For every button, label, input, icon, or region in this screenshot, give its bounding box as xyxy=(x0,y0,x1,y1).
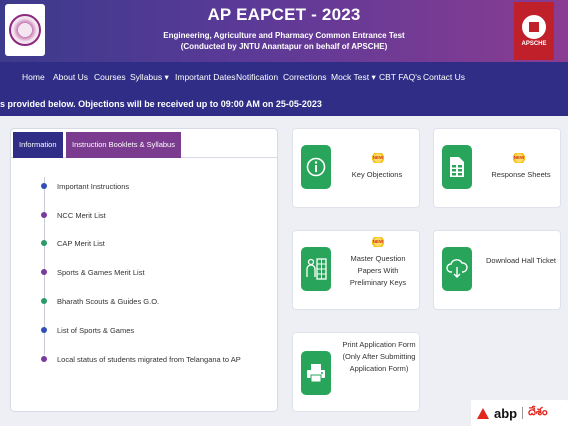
nav-notification[interactable]: Notification xyxy=(236,62,278,92)
bullet-dot xyxy=(41,269,47,275)
site-header: AP EAPCET - 2023 Engineering, Agricultur… xyxy=(0,0,568,62)
bullet-dot xyxy=(41,356,47,362)
master-question-papers-label: Master Question Papers With Preliminary … xyxy=(339,253,417,289)
list-item-label: Bharath Scouts & Guides G.O. xyxy=(57,296,160,306)
nav-courses[interactable]: Courses xyxy=(94,62,126,92)
bullet-dot xyxy=(41,183,47,189)
list-item[interactable]: Bharath Scouts & Guides G.O. xyxy=(41,294,159,308)
information-panel: Information Instruction Booklets & Sylla… xyxy=(10,128,278,412)
master-question-papers-card[interactable]: NEW Master Question Papers With Prelimin… xyxy=(292,230,420,310)
bullet-dot xyxy=(41,240,47,246)
list-item[interactable]: CAP Merit List xyxy=(41,236,105,250)
question-paper-icon xyxy=(301,247,331,291)
conducted-by-text: (Conducted by JNTU Anantapur on behalf o… xyxy=(180,42,388,51)
info-icon xyxy=(301,145,331,189)
list-item[interactable]: List of Sports & Games xyxy=(41,323,134,337)
nav-contact-us[interactable]: Contact Us xyxy=(423,62,465,92)
list-item[interactable]: NCC Merit List xyxy=(41,208,106,222)
new-badge: NEW xyxy=(512,153,526,163)
page-subtitle: Engineering, Agriculture and Pharmacy Co… xyxy=(163,31,405,40)
key-objections-label: Key Objections xyxy=(351,170,403,179)
master-question-line3: Preliminary Keys xyxy=(349,278,407,287)
apsche-logo-text: APSCHE xyxy=(521,41,547,47)
tab-instruction-booklets[interactable]: Instruction Booklets & Syllabus xyxy=(66,132,181,158)
printer-icon xyxy=(301,351,331,395)
response-sheets-label: Response Sheets xyxy=(491,170,551,179)
information-list: Important Instructions NCC Merit List CA… xyxy=(41,174,271,374)
list-item-label: NCC Merit List xyxy=(57,210,106,220)
main-nav: Home About Us Courses Syllabus ▾ Importa… xyxy=(0,62,516,92)
nav-home[interactable]: Home xyxy=(22,62,45,92)
response-sheets-card[interactable]: NEW Response Sheets xyxy=(433,128,561,208)
divider xyxy=(522,407,524,419)
master-question-line1: Master Question xyxy=(350,254,406,263)
panel-tabs: Information Instruction Booklets & Sylla… xyxy=(11,129,277,158)
abp-logo-icon xyxy=(477,407,489,419)
download-hall-ticket-card[interactable]: Download Hall Ticket xyxy=(433,230,561,310)
bullet-dot xyxy=(41,298,47,304)
chevron-down-icon: ▾ xyxy=(371,72,376,82)
spreadsheet-icon xyxy=(442,145,472,189)
nav-important-dates[interactable]: Important Dates xyxy=(175,62,235,92)
nav-corrections[interactable]: Corrections xyxy=(283,62,326,92)
master-question-line2: Papers With xyxy=(357,266,399,275)
apsche-logo[interactable]: APSCHE xyxy=(514,2,554,60)
chevron-down-icon: ▾ xyxy=(164,72,169,82)
list-item[interactable]: Sports & Games Merit List xyxy=(41,265,145,279)
announcement-marquee[interactable]: s provided below. Objections will be rec… xyxy=(0,92,568,116)
list-item-label: Important Instructions xyxy=(57,181,130,191)
nav-syllabus[interactable]: Syllabus ▾ xyxy=(130,62,169,92)
abp-watermark: abp దేశం xyxy=(471,400,568,426)
nav-mock-test[interactable]: Mock Test ▾ xyxy=(331,62,376,92)
page-title: AP EAPCET - 2023 xyxy=(207,5,361,24)
nav-syllabus-label: Syllabus xyxy=(130,72,163,82)
new-badge: NEW xyxy=(371,237,385,247)
list-item[interactable]: Local status of students migrated from T… xyxy=(41,352,241,366)
bullet-dot xyxy=(41,327,47,333)
list-item-label: List of Sports & Games xyxy=(57,325,135,335)
apsche-seal-icon xyxy=(522,15,546,39)
print-application-card[interactable]: Print Application Form (Only After Submi… xyxy=(292,332,420,412)
print-application-line1: Print Application Form xyxy=(342,340,416,349)
print-application-label: Print Application Form (Only After Submi… xyxy=(337,339,421,375)
bullet-dot xyxy=(41,212,47,218)
list-item-label: CAP Merit List xyxy=(57,238,105,248)
abp-brand: abp xyxy=(494,405,518,421)
list-item-label: Sports & Games Merit List xyxy=(57,267,145,277)
new-badge: NEW xyxy=(371,153,385,163)
nav-cbt-faqs[interactable]: CBT FAQ's xyxy=(379,62,421,92)
list-item[interactable]: Important Instructions xyxy=(41,179,129,193)
nav-right-strip xyxy=(516,62,568,92)
tab-information[interactable]: Information xyxy=(13,132,63,158)
list-item-label: Local status of students migrated from T… xyxy=(57,354,241,364)
download-hall-ticket-label: Download Hall Ticket xyxy=(485,256,557,265)
print-application-line3: Application Form) xyxy=(349,364,409,373)
abp-native-text: దేశం xyxy=(528,405,548,418)
nav-about-us[interactable]: About Us xyxy=(53,62,88,92)
key-objections-card[interactable]: NEW Key Objections xyxy=(292,128,420,208)
nav-mock-test-label: Mock Test xyxy=(331,72,370,82)
print-application-line2: (Only After Submitting xyxy=(342,352,416,361)
cloud-download-icon xyxy=(442,247,472,291)
